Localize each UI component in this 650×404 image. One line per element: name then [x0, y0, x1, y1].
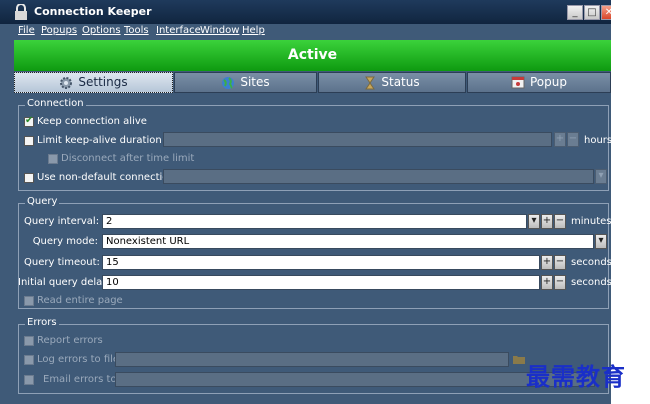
- tab-settings[interactable]: Settings: [14, 72, 173, 93]
- disconnect-after-checkbox[interactable]: [48, 154, 58, 164]
- query-timeout-increment[interactable]: +: [541, 255, 553, 270]
- menu-bar: File Popups Options Tools Interface Wind…: [0, 24, 611, 40]
- app-icon: [15, 4, 27, 20]
- tab-status-label: Status: [381, 75, 420, 89]
- menu-window[interactable]: Window: [200, 25, 239, 36]
- initial-delay-increment[interactable]: +: [541, 275, 553, 290]
- status-banner: Active: [14, 40, 611, 71]
- initial-delay-label: Initial query delay:: [18, 277, 111, 288]
- maximize-button[interactable]: □: [584, 5, 600, 20]
- tab-popup[interactable]: Popup: [467, 72, 611, 93]
- errors-legend: Errors: [25, 317, 59, 328]
- tab-popup-label: Popup: [530, 75, 567, 89]
- query-timeout-input[interactable]: 15: [102, 255, 540, 270]
- watermark-text: 最需教育: [526, 362, 626, 391]
- limit-duration-checkbox[interactable]: [24, 136, 34, 146]
- read-entire-label: Read entire page: [37, 295, 123, 306]
- query-interval-decrement[interactable]: −: [554, 214, 566, 229]
- tab-bar: Settings Sites Status Popup: [14, 72, 611, 94]
- limit-duration-decrement[interactable]: −: [567, 132, 579, 147]
- menu-interface[interactable]: Interface: [156, 25, 201, 36]
- close-button[interactable]: ✕: [601, 5, 611, 20]
- initial-delay-input[interactable]: 10: [102, 275, 540, 290]
- tab-status[interactable]: Status: [318, 72, 466, 93]
- email-errors-input[interactable]: [115, 372, 595, 387]
- app-window: Connection Keeper _ □ ✕ File Popups Opti…: [0, 0, 611, 404]
- log-errors-label: Log errors to file:: [37, 354, 123, 365]
- email-errors-label: Email errors to:: [43, 374, 120, 385]
- query-interval-unit: minutes: [571, 216, 611, 227]
- report-errors-checkbox[interactable]: [24, 336, 34, 346]
- non-default-label: Use non-default connection:: [37, 172, 179, 183]
- query-mode-label: Query mode:: [32, 236, 98, 247]
- tab-sites-label: Sites: [240, 75, 270, 89]
- non-default-dropdown-button[interactable]: ▾: [595, 169, 607, 184]
- menu-file[interactable]: File: [18, 25, 35, 36]
- title-bar[interactable]: Connection Keeper _ □ ✕: [0, 0, 611, 24]
- disconnect-after-label: Disconnect after time limit: [61, 153, 195, 164]
- read-entire-checkbox[interactable]: [24, 296, 34, 306]
- log-errors-input[interactable]: [115, 352, 509, 367]
- query-timeout-decrement[interactable]: −: [554, 255, 566, 270]
- folder-icon[interactable]: [513, 354, 525, 364]
- limit-duration-unit: hours: [584, 135, 611, 146]
- initial-delay-decrement[interactable]: −: [554, 275, 566, 290]
- menu-tools[interactable]: Tools: [124, 25, 149, 36]
- tab-settings-label: Settings: [78, 75, 128, 89]
- email-errors-checkbox[interactable]: [24, 375, 34, 385]
- initial-delay-unit: seconds: [571, 277, 611, 288]
- checkmark-icon: ✔: [25, 115, 34, 126]
- query-interval-increment[interactable]: +: [541, 214, 553, 229]
- non-default-checkbox[interactable]: [24, 173, 34, 183]
- hourglass-icon: [365, 76, 376, 89]
- limit-duration-increment[interactable]: +: [554, 132, 566, 147]
- limit-duration-input[interactable]: [163, 132, 552, 147]
- query-timeout-unit: seconds: [571, 257, 611, 268]
- non-default-select[interactable]: [163, 169, 594, 184]
- menu-options[interactable]: Options: [82, 25, 121, 36]
- query-timeout-label: Query timeout:: [24, 257, 100, 268]
- query-interval-dropdown[interactable]: ▾: [528, 214, 540, 229]
- query-interval-input[interactable]: 2: [102, 214, 527, 229]
- query-mode-dropdown-button[interactable]: ▾: [595, 234, 607, 249]
- keep-alive-label: Keep connection alive: [37, 116, 147, 127]
- minimize-button[interactable]: _: [567, 5, 583, 20]
- gear-icon: [60, 76, 73, 89]
- menu-popups[interactable]: Popups: [41, 25, 77, 36]
- limit-duration-label: Limit keep-alive duration to:: [37, 135, 179, 146]
- menu-help[interactable]: Help: [242, 25, 265, 36]
- window-title: Connection Keeper: [34, 5, 152, 18]
- connection-legend: Connection: [25, 98, 86, 109]
- globe-icon: [222, 76, 235, 89]
- query-mode-select[interactable]: Nonexistent URL: [102, 234, 594, 249]
- query-legend: Query: [25, 196, 60, 207]
- query-interval-label: Query interval:: [24, 216, 100, 227]
- log-errors-checkbox[interactable]: [24, 355, 34, 365]
- report-errors-label: Report errors: [37, 335, 103, 346]
- tab-sites[interactable]: Sites: [174, 72, 317, 93]
- window-icon: [511, 76, 525, 89]
- keep-alive-checkbox[interactable]: ✔: [24, 115, 34, 127]
